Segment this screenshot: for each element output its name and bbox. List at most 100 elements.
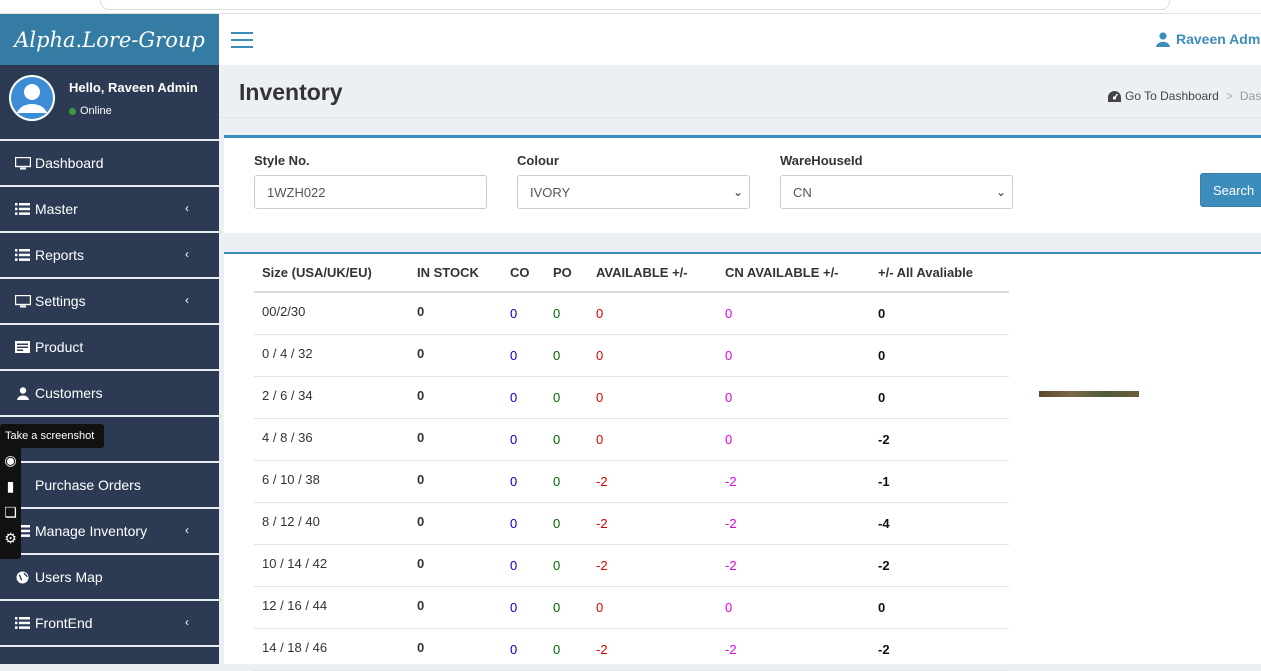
warehouse-select[interactable]: CN ⌄: [780, 175, 1013, 209]
cn-available-cell: 0: [717, 292, 870, 335]
co-cell: 0: [502, 460, 545, 503]
column-header: CO: [502, 254, 545, 293]
column-header: PO: [545, 254, 588, 293]
gear-icon[interactable]: ⚙: [0, 525, 21, 551]
column-header: CN AVAILABLE +/-: [717, 254, 870, 293]
size-cell: 0 / 4 / 32: [254, 334, 409, 377]
all-available-cell: -4: [870, 502, 1009, 545]
sidebar-item-settings[interactable]: Settings ‹: [0, 279, 219, 325]
user-greeting: Hello, Raveen Admin: [69, 80, 198, 95]
user-status: Online: [69, 105, 112, 117]
co-cell: 0: [502, 292, 545, 335]
po-cell: 0: [545, 376, 588, 419]
table-row: 00/2/30 0 0 0 0 0 0: [254, 292, 1009, 335]
sidebar-item-purchase-orders[interactable]: Purchase Orders: [0, 463, 219, 509]
chevron-left-icon: ‹: [185, 523, 189, 537]
in-stock-cell: 0: [409, 544, 502, 587]
browser-toolbar: [0, 0, 1261, 14]
table-row: 2 / 6 / 34 0 0 0 0 0 0: [254, 376, 1009, 419]
style-no-label: Style No.: [254, 153, 310, 168]
sidebar-item-reports[interactable]: Reports ‹: [0, 233, 219, 279]
po-cell: 0: [545, 544, 588, 587]
colour-select[interactable]: IVORY ⌄: [517, 175, 750, 209]
table-row: 6 / 10 / 38 0 0 0 -2 -2 -1: [254, 460, 1009, 503]
available-cell: -2: [588, 502, 717, 545]
table-row: 12 / 16 / 44 0 0 0 0 0 0: [254, 586, 1009, 629]
sidebar-item-master[interactable]: Master ‹: [0, 187, 219, 233]
sidebar-item-label: Product: [35, 339, 84, 355]
camera-icon[interactable]: ◉: [0, 447, 21, 473]
topbar: Raveen Admin: [219, 14, 1261, 65]
menu-toggle-icon[interactable]: [231, 32, 253, 48]
po-cell: 0: [545, 586, 588, 629]
sidebar-item-frontend[interactable]: FrontEnd ‹: [0, 601, 219, 647]
style-no-input[interactable]: 1WZH022: [254, 175, 487, 209]
user-panel: Hello, Raveen Admin Online: [0, 65, 219, 141]
sidebar-item-customers[interactable]: Customers: [0, 371, 219, 417]
address-bar[interactable]: [100, 0, 1170, 10]
page-title: Inventory: [239, 79, 343, 105]
chevron-left-icon: ‹: [185, 615, 189, 629]
available-cell: 0: [588, 586, 717, 629]
co-cell: 0: [502, 418, 545, 461]
in-stock-cell: 0: [409, 418, 502, 461]
product-icon: [14, 340, 31, 354]
cn-available-cell: 0: [717, 418, 870, 461]
sidebar-item-label: Purchase Orders: [35, 477, 141, 493]
available-cell: -2: [588, 544, 717, 587]
online-dot-icon: [69, 107, 76, 115]
avatar: [9, 75, 55, 121]
available-cell: -2: [588, 460, 717, 503]
in-stock-cell: 0: [409, 502, 502, 545]
cn-available-cell: 0: [717, 376, 870, 419]
chevron-down-icon: ⌄: [732, 185, 743, 199]
table-row: 8 / 12 / 40 0 0 0 -2 -2 -4: [254, 502, 1009, 545]
sidebar-item-manage-inventory[interactable]: Manage Inventory ‹: [0, 509, 219, 555]
size-cell: 10 / 14 / 42: [254, 544, 409, 587]
all-available-cell: -1: [870, 460, 1009, 503]
sidebar-item-users-map[interactable]: Users Map: [0, 555, 219, 601]
user-icon: [1156, 31, 1170, 47]
cn-available-cell: 0: [717, 586, 870, 629]
in-stock-cell: 0: [409, 586, 502, 629]
available-cell: 0: [588, 376, 717, 419]
content-header-divider: [219, 117, 1261, 118]
in-stock-cell: 0: [409, 376, 502, 419]
top-user-name: Raveen Admin: [1176, 31, 1261, 47]
in-stock-cell: 0: [409, 292, 502, 335]
desktop-icon: [14, 156, 31, 170]
size-cell: 6 / 10 / 38: [254, 460, 409, 503]
size-cell: 2 / 6 / 34: [254, 376, 409, 419]
po-cell: 0: [545, 292, 588, 335]
filter-panel: Style No. 1WZH022 Colour IVORY ⌄ WareHou…: [224, 135, 1261, 233]
breadcrumb-dashboard-link[interactable]: Go To Dashboard: [1125, 89, 1219, 103]
all-available-cell: 0: [870, 334, 1009, 377]
video-icon[interactable]: ▮: [0, 473, 21, 499]
available-cell: 0: [588, 334, 717, 377]
po-cell: 0: [545, 460, 588, 503]
table-row: 0 / 4 / 32 0 0 0 0 0 0: [254, 334, 1009, 377]
screenshot-tooltip: Take a screenshot: [0, 424, 104, 448]
screenshot-toolbar: ◉ ▮ ❏ ⚙: [0, 447, 21, 559]
all-available-cell: 0: [870, 292, 1009, 335]
search-button[interactable]: Search: [1200, 173, 1261, 207]
app-logo[interactable]: Alpha.Lore-Group: [0, 14, 219, 65]
all-available-cell: -2: [870, 544, 1009, 587]
all-available-cell: 0: [870, 586, 1009, 629]
column-header: Size (USA/UK/EU): [254, 254, 409, 293]
user-status-label: Online: [80, 105, 112, 117]
warehouse-select-value: CN: [793, 184, 812, 200]
sidebar-item-dashboard[interactable]: Dashboard: [0, 141, 219, 187]
sidebar-item-label: FrontEnd: [35, 615, 93, 631]
all-available-cell: -2: [870, 418, 1009, 461]
chevron-left-icon: ‹: [185, 293, 189, 307]
cn-available-cell: -2: [717, 460, 870, 503]
column-header: AVAILABLE +/-: [588, 254, 717, 293]
windows-icon[interactable]: ❏: [0, 499, 21, 525]
column-header: +/- All Avaliable: [870, 254, 1009, 293]
inventory-table: Size (USA/UK/EU) IN STOCK CO PO AVAILABLE +/…: [254, 254, 1009, 671]
sidebar-item-label: Reports: [35, 247, 85, 263]
sidebar-item-product[interactable]: Product: [0, 325, 219, 371]
top-user-menu[interactable]: Raveen Admin: [1156, 31, 1261, 47]
user-icon: [14, 386, 31, 400]
